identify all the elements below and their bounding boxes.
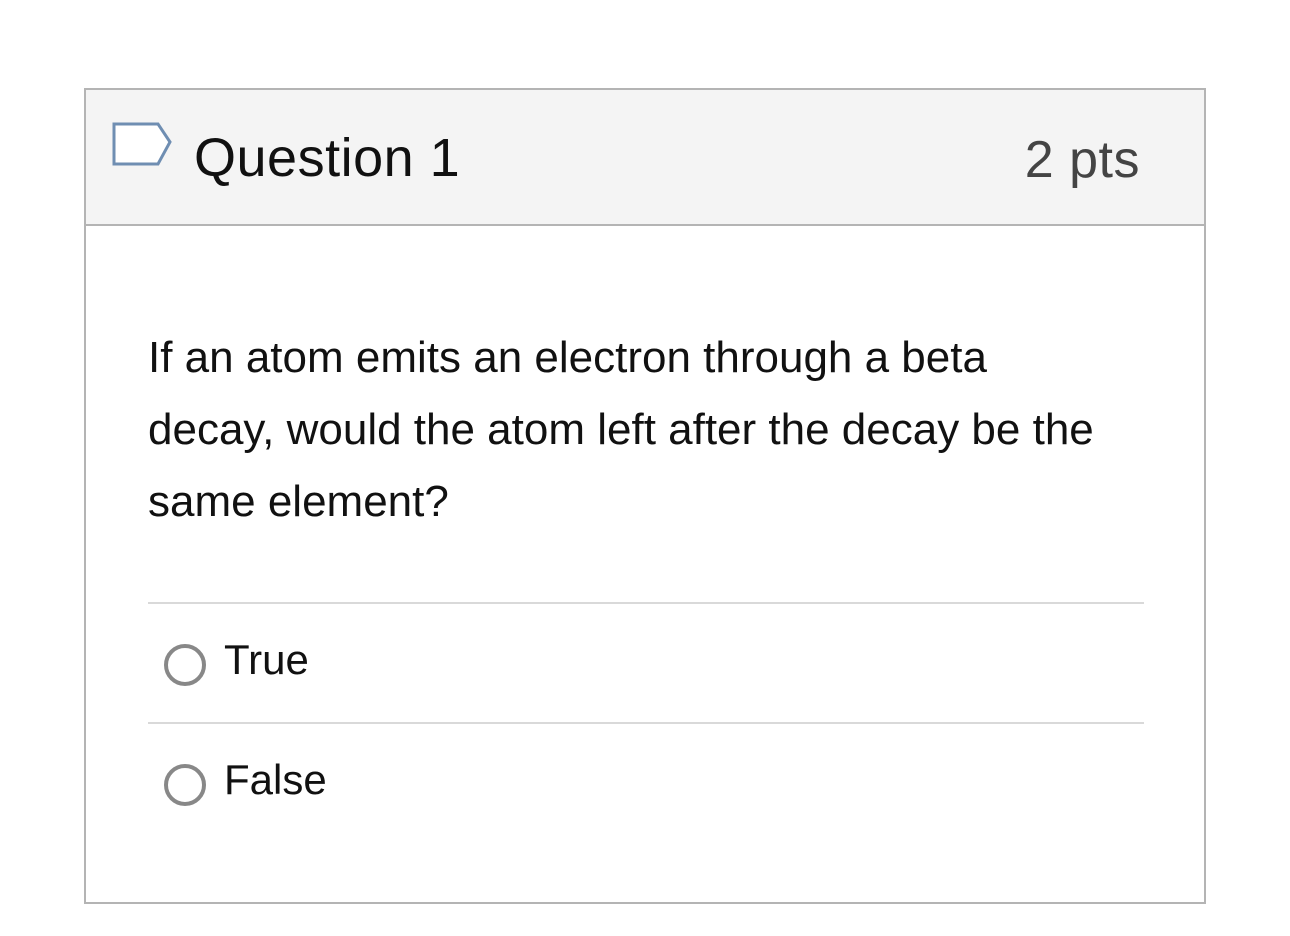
question-header: Question 1 2 pts — [86, 90, 1204, 226]
answer-option-true[interactable]: True — [148, 602, 1144, 722]
question-title: Question 1 — [194, 128, 461, 188]
flag-question-icon[interactable] — [110, 120, 174, 172]
answer-label: True — [224, 636, 309, 683]
answer-list: True False — [148, 602, 1144, 842]
question-card: Question 1 2 pts If an atom emits an ele… — [84, 88, 1206, 904]
question-text: If an atom emits an electron through a b… — [148, 333, 1094, 526]
radio-button[interactable] — [164, 644, 206, 686]
radio-button[interactable] — [164, 764, 206, 806]
answer-option-false[interactable]: False — [148, 722, 1144, 842]
question-points: 2 pts — [1024, 131, 1140, 189]
answer-label: False — [224, 756, 327, 803]
